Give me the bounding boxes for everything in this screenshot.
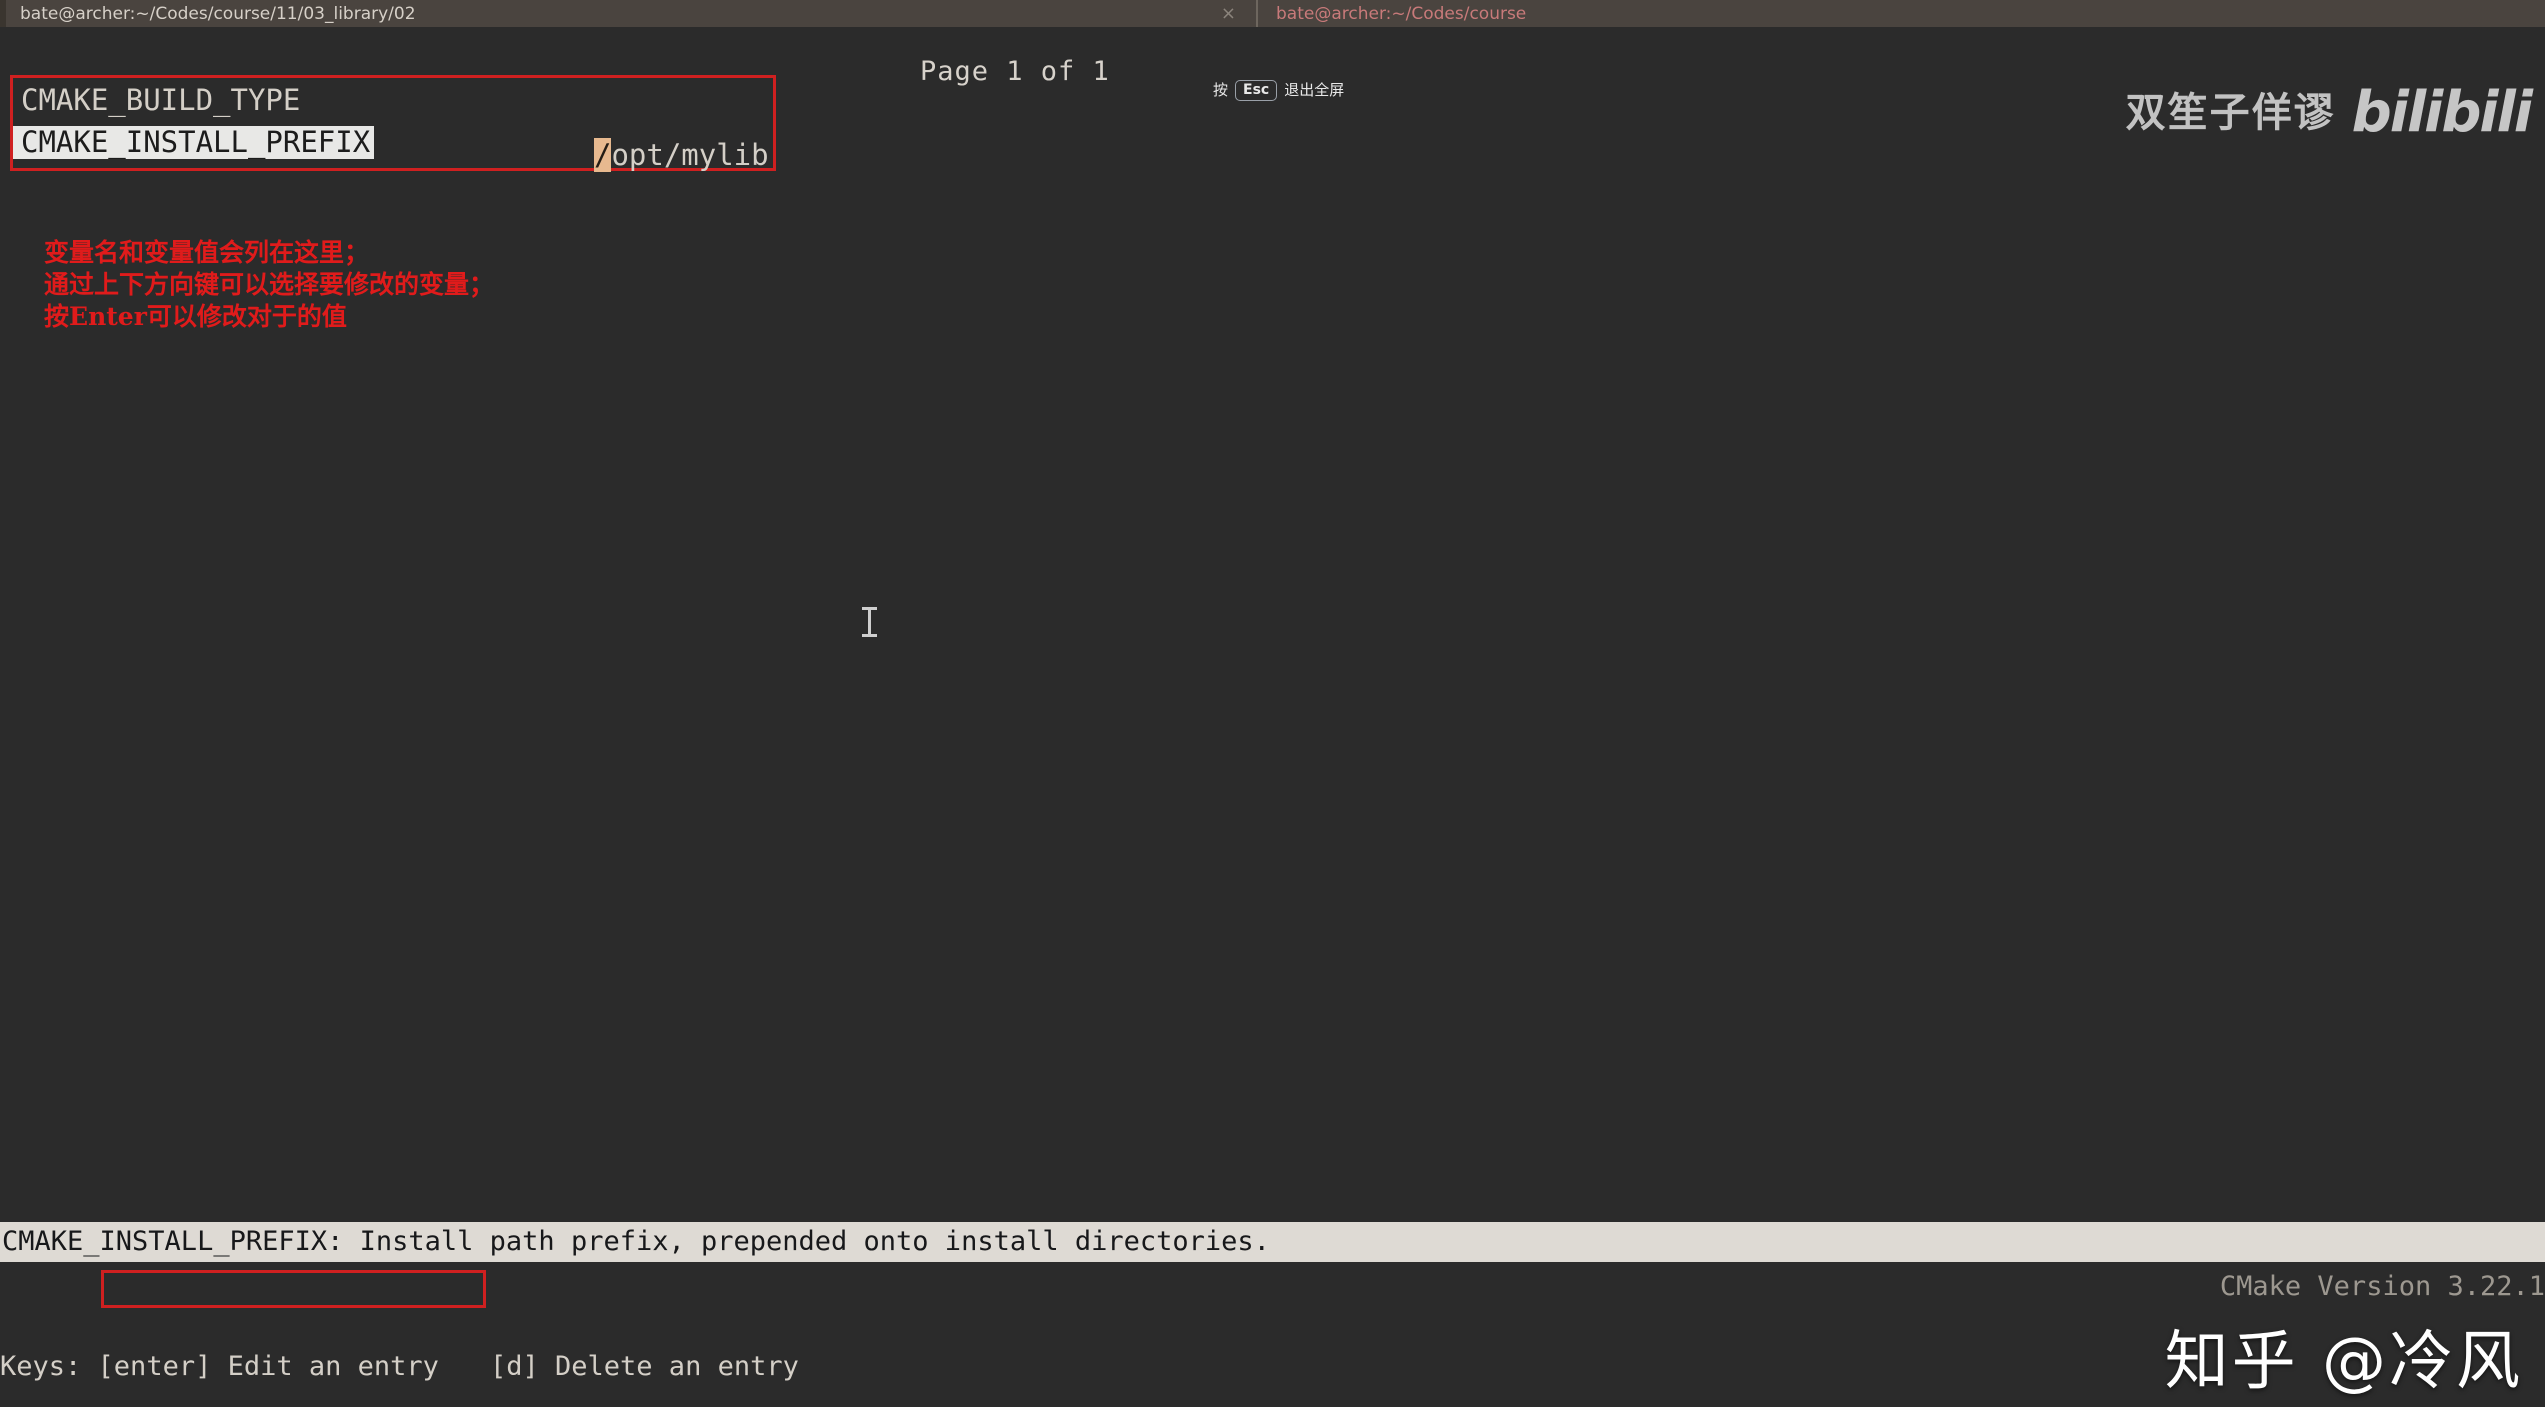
- cache-entry-value[interactable]: /opt/mylib: [594, 138, 769, 172]
- annotation-notes: 变量名和变量值会列在这里； 通过上下方向键可以选择要修改的变量； 按Enter可…: [44, 237, 494, 333]
- annotation-line-3-suffix: 可以修改对于的值: [146, 302, 347, 331]
- annotation-line-3-prefix: 按: [44, 302, 70, 331]
- page-indicator: Page 1 of 1: [920, 56, 1110, 87]
- enter-key-binding-highlight: [101, 1270, 486, 1308]
- fullscreen-hint-suffix: 退出全屏: [1284, 81, 1345, 99]
- exit-fullscreen-hint: 按 Esc 退出全屏: [1213, 74, 1344, 107]
- annotation-line-2: 通过上下方向键可以选择要修改的变量；: [44, 270, 495, 299]
- key-binding-delete[interactable]: [d] Delete an entry: [490, 1351, 799, 1382]
- keys-label: Keys:: [0, 1351, 82, 1382]
- cmake-version-label: CMake Version 3.22.1: [2219, 1271, 2545, 1302]
- terminal-window: bate@archer:~/Codes/course/11/03_library…: [0, 0, 2545, 1407]
- tab-title-active: bate@archer:~/Codes/course/11/03_library…: [20, 3, 416, 24]
- ccmake-tui: Page 1 of 1 按 Esc 退出全屏 双笙子佯谬 bilibili CM…: [0, 27, 2545, 1407]
- cache-entry-name: CMAKE_BUILD_TYPE: [21, 82, 301, 117]
- annotation-line-3: 按Enter可以修改对于的值: [44, 301, 494, 333]
- tab-bar: bate@archer:~/Codes/course/11/03_library…: [0, 0, 2545, 27]
- text-cursor-icon: [862, 607, 877, 637]
- annotation-line-1: 变量名和变量值会列在这里；: [44, 238, 370, 267]
- bilibili-uploader-name: 双笙子佯谬: [2125, 89, 2336, 136]
- zhihu-watermark: 知乎 @冷风: [2164, 1325, 2523, 1399]
- bilibili-logo-icon: bilibili: [2351, 80, 2533, 145]
- keys-row: Keys: [enter] Edit an entry [d] Delete an…: [0, 1347, 2545, 1387]
- esc-keycap: Esc: [1235, 79, 1278, 102]
- annotation-line-3-key: Enter: [69, 302, 147, 331]
- keys-label-and-enter: Keys: [enter] Edit an entry: [0, 1347, 490, 1387]
- cache-entry-row[interactable]: CMAKE_BUILD_TYPE: [13, 80, 773, 120]
- cache-entry-name-selected: CMAKE_INSTALL_PREFIX: [13, 125, 375, 159]
- close-icon[interactable]: ×: [1215, 4, 1242, 23]
- fullscreen-hint-prefix: 按: [1213, 81, 1229, 99]
- edit-cursor: /: [594, 138, 612, 172]
- tab-title-inactive: bate@archer:~/Codes/course: [1276, 3, 1527, 24]
- entry-description-status-bar: CMAKE_INSTALL_PREFIX: Install path prefi…: [0, 1222, 2545, 1262]
- tab-inactive-shell[interactable]: bate@archer:~/Codes/course: [1258, 0, 2545, 27]
- key-binding-enter[interactable]: [enter] Edit an entry: [98, 1351, 439, 1382]
- cache-entry-value-text: opt/mylib: [611, 138, 769, 172]
- bilibili-watermark: 双笙子佯谬 bilibili: [2125, 80, 2533, 145]
- tab-active-shell[interactable]: bate@archer:~/Codes/course/11/03_library…: [6, 0, 1256, 27]
